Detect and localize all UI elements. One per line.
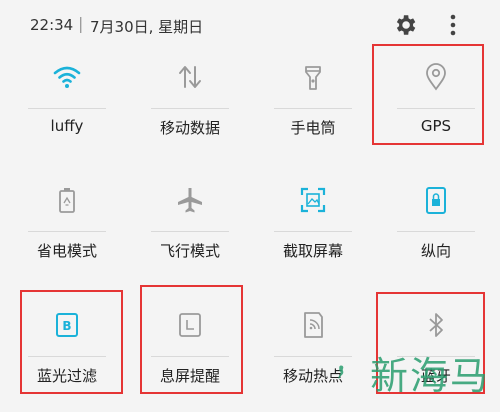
screenshot-icon [300, 187, 326, 213]
tile-label: 纵向 [420, 242, 451, 260]
gear-icon[interactable] [392, 12, 418, 38]
tile-portrait[interactable]: 纵向 [377, 175, 495, 287]
highlight-box-gps [372, 44, 484, 145]
seahorse-logo [338, 365, 344, 379]
watermark-text: 新海马 [370, 354, 491, 398]
tile-label: luffy [50, 117, 84, 135]
tile-flashlight[interactable]: 手电筒 [254, 52, 372, 164]
divider [28, 108, 106, 109]
tile-power-saving[interactable]: 省电模式 [8, 175, 126, 287]
mobile-data-icon [179, 66, 201, 88]
separator: | [78, 14, 84, 33]
tile-mobile-data[interactable]: 移动数据 [131, 52, 249, 164]
tile-label: 移动数据 [159, 119, 220, 137]
divider [151, 231, 229, 232]
clock: 22:34 [30, 16, 74, 34]
tile-label: 飞行模式 [159, 242, 220, 260]
airplane-icon [178, 188, 202, 213]
divider [28, 231, 106, 232]
hotspot-icon [304, 312, 323, 338]
divider [274, 231, 352, 232]
tile-label: 手电筒 [290, 119, 336, 137]
portrait-lock-icon [426, 187, 446, 214]
power-saving-icon [59, 188, 75, 213]
divider [151, 108, 229, 109]
tile-label: 省电模式 [36, 242, 97, 260]
tile-screenshot[interactable]: 截取屏幕 [254, 175, 372, 287]
highlight-box-blue-light [20, 290, 123, 394]
divider [397, 231, 475, 232]
tile-wifi[interactable]: luffy [8, 52, 126, 164]
wifi-icon [53, 66, 81, 88]
more-options-icon[interactable] [443, 12, 463, 38]
divider [274, 108, 352, 109]
date-text: 7月30日, 星期日 [90, 18, 204, 36]
flashlight-icon [305, 66, 321, 90]
tile-label: 截取屏幕 [282, 242, 343, 260]
tile-airplane[interactable]: 飞行模式 [131, 175, 249, 287]
highlight-box-aod [140, 285, 243, 394]
